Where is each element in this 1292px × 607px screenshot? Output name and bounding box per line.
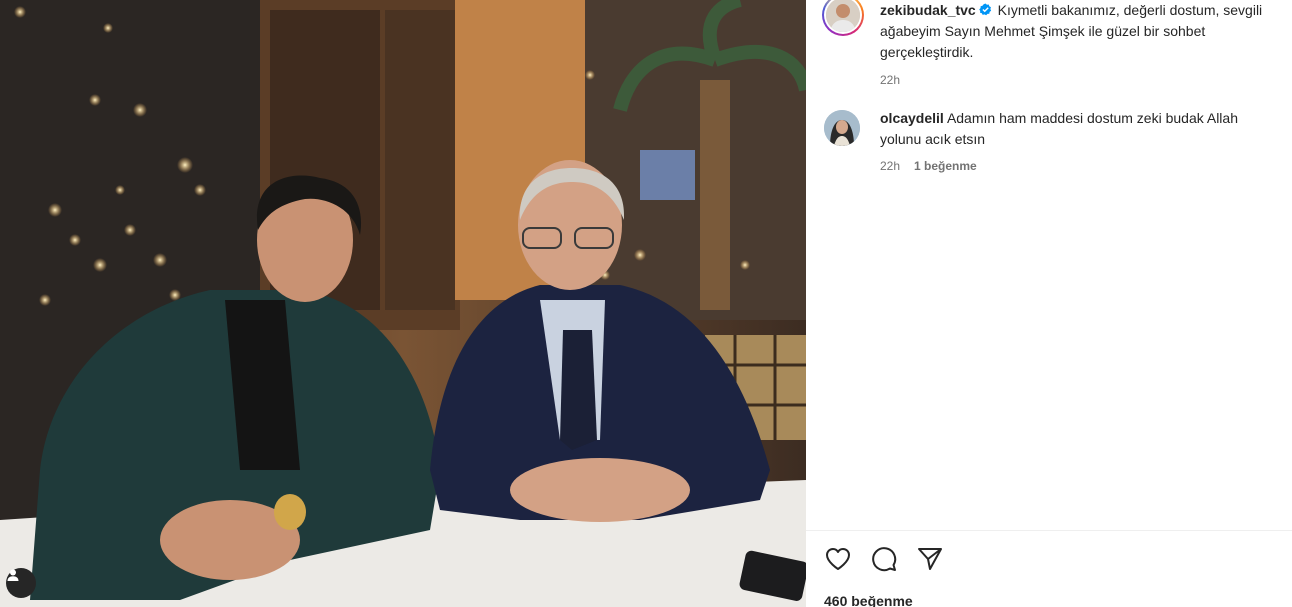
verified-badge-icon [978, 3, 991, 16]
caption-time[interactable]: 22h [880, 73, 900, 87]
post-side-panel [806, 0, 1292, 607]
post-caption: zekibudak_tvc Kıymetli bakanımız, değerl… [822, 0, 1292, 87]
likes-count[interactable]: 460 beğenme [824, 593, 913, 607]
caption-line-2: ağabeyim Sayın Mehmet Şimşek ile güzel b… [880, 23, 1206, 39]
user-tag-icon [7, 569, 19, 581]
comment-time[interactable]: 22h [880, 159, 900, 173]
caption-text: zekibudak_tvc Kıymetli bakanımız, değerl… [880, 0, 1280, 63]
comment-line-1: Adamın ham maddesi dostum zeki budak All… [946, 110, 1238, 126]
author-avatar-ring[interactable] [822, 0, 864, 36]
author-avatar[interactable] [826, 0, 860, 32]
actions-divider [806, 530, 1292, 531]
comment-button[interactable] [870, 545, 898, 573]
share-button[interactable] [916, 545, 944, 573]
commenter-username[interactable]: olcaydelil [880, 110, 944, 126]
comment-text: olcaydelil Adamın ham maddesi dostum zek… [880, 108, 1290, 150]
heart-icon [826, 548, 850, 570]
photo-illustration [0, 0, 806, 607]
caption-meta: 22h [880, 73, 1280, 87]
commenter-avatar[interactable] [824, 110, 860, 146]
comment-meta: 22h 1 beğenme [880, 159, 1290, 173]
like-button[interactable] [824, 545, 852, 573]
author-username[interactable]: zekibudak_tvc [880, 2, 976, 18]
user-tag-button[interactable] [6, 568, 36, 598]
comment-line-2: yolunu acık etsın [880, 131, 986, 147]
send-icon [918, 548, 942, 570]
caption-line-1: Kıymetli bakanımız, değerli dostum, sevg… [997, 2, 1263, 18]
post-photo[interactable] [0, 0, 806, 607]
post-actions [824, 545, 944, 573]
comment-icon [872, 547, 897, 572]
comment-likes[interactable]: 1 beğenme [914, 159, 977, 173]
caption-line-3: gerçekleştirdik. [880, 44, 974, 60]
comment-item: olcaydelil Adamın ham maddesi dostum zek… [824, 108, 1292, 173]
